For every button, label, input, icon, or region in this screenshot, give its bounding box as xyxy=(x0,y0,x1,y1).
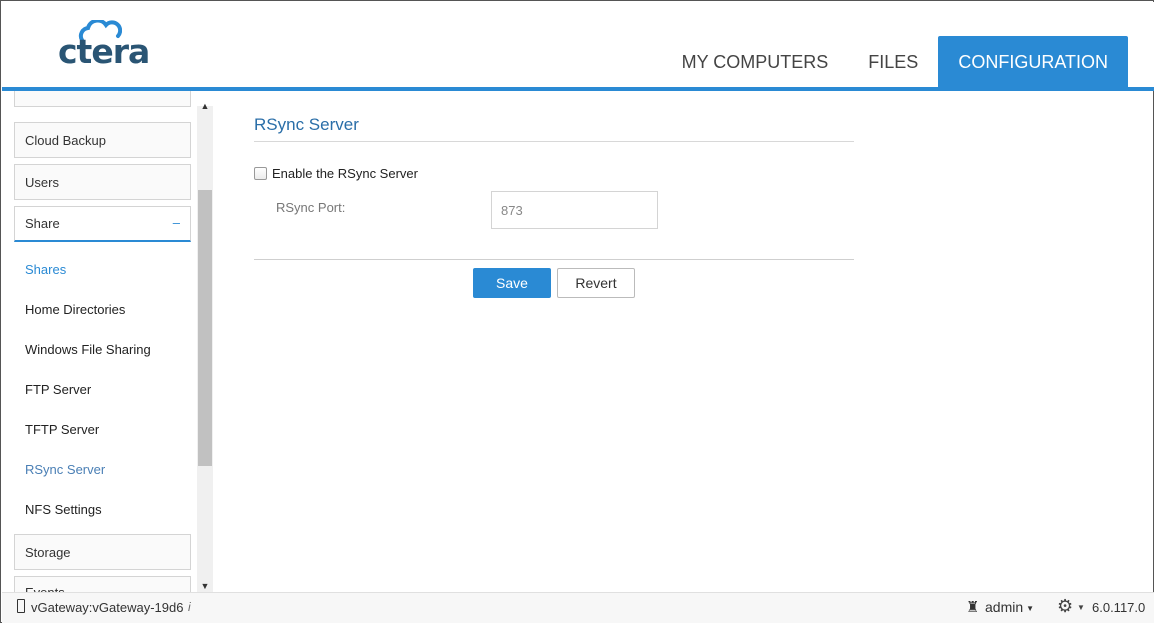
device-icon xyxy=(17,599,25,613)
sidebar-item-share-label: Share xyxy=(25,216,60,231)
gear-icon[interactable]: ⚙ xyxy=(1057,596,1073,617)
main-content: RSync Server Enable the RSync Server RSy… xyxy=(213,91,1154,592)
sidebar-item-storage[interactable]: Storage xyxy=(14,534,191,570)
title-divider xyxy=(254,141,854,142)
save-button[interactable]: Save xyxy=(473,268,551,298)
rsync-port-label: RSync Port: xyxy=(276,200,346,215)
version-label: 6.0.117.0 xyxy=(1092,600,1146,615)
form-divider xyxy=(254,259,854,260)
tab-configuration[interactable]: CONFIGURATION xyxy=(938,36,1128,88)
chevron-down-icon: ▼ xyxy=(1026,603,1035,613)
user-name: admin xyxy=(985,599,1024,615)
ctera-logo[interactable]: ctera xyxy=(58,20,158,72)
revert-button[interactable]: Revert xyxy=(557,268,635,298)
page-title: RSync Server xyxy=(254,115,359,134)
sidebar-item-events[interactable]: Events xyxy=(14,576,191,592)
sidebar: Cloud Backup Users Share – Shares Home D… xyxy=(2,91,213,592)
scroll-up-icon[interactable]: ▲ xyxy=(197,98,213,114)
device-name: vGateway:vGateway-19d6 xyxy=(31,600,184,615)
user-icon: ♜ xyxy=(966,599,980,616)
enable-rsync-label[interactable]: Enable the RSync Server xyxy=(272,166,418,181)
rsync-port-input[interactable] xyxy=(491,191,658,229)
sidebar-subitem-rsync-server[interactable]: RSync Server xyxy=(25,462,105,477)
sidebar-subitem-nfs-settings[interactable]: NFS Settings xyxy=(25,502,102,517)
enable-rsync-row[interactable]: Enable the RSync Server xyxy=(254,166,418,181)
tab-my-computers[interactable]: MY COMPUTERS xyxy=(662,36,849,88)
collapse-icon[interactable]: – xyxy=(173,215,180,230)
scroll-down-icon[interactable]: ▼ xyxy=(197,578,213,592)
tab-files[interactable]: FILES xyxy=(848,36,938,88)
header: ctera MY COMPUTERS FILES CONFIGURATION xyxy=(2,2,1154,88)
sidebar-subitem-windows-file-sharing[interactable]: Windows File Sharing xyxy=(25,342,151,357)
scroll-thumb[interactable] xyxy=(198,190,212,466)
sidebar-subitem-ftp-server[interactable]: FTP Server xyxy=(25,382,91,397)
sidebar-item-cloud-backup[interactable]: Cloud Backup xyxy=(14,122,191,158)
chevron-down-icon[interactable]: ▼ xyxy=(1077,603,1085,612)
sidebar-subitem-tftp-server[interactable]: TFTP Server xyxy=(25,422,99,437)
info-icon[interactable]: i xyxy=(188,600,191,614)
enable-rsync-checkbox[interactable] xyxy=(254,167,267,180)
logo-text: ctera xyxy=(58,32,150,71)
status-bar: vGateway:vGateway-19d6 i ♜ admin ▼ ⚙ ▼ 6.… xyxy=(2,592,1154,623)
app-window: ctera MY COMPUTERS FILES CONFIGURATION C… xyxy=(0,0,1154,623)
sidebar-item-previous[interactable] xyxy=(14,91,191,107)
sidebar-scrollbar[interactable]: ▲ ▼ xyxy=(197,101,213,592)
sidebar-subitem-shares[interactable]: Shares xyxy=(25,262,66,277)
sidebar-subitem-home-directories[interactable]: Home Directories xyxy=(25,302,125,317)
sidebar-item-share[interactable]: Share – xyxy=(14,206,191,242)
user-menu[interactable]: admin ▼ xyxy=(985,599,1034,615)
sidebar-item-users[interactable]: Users xyxy=(14,164,191,200)
top-nav: MY COMPUTERS FILES CONFIGURATION xyxy=(662,36,1128,88)
